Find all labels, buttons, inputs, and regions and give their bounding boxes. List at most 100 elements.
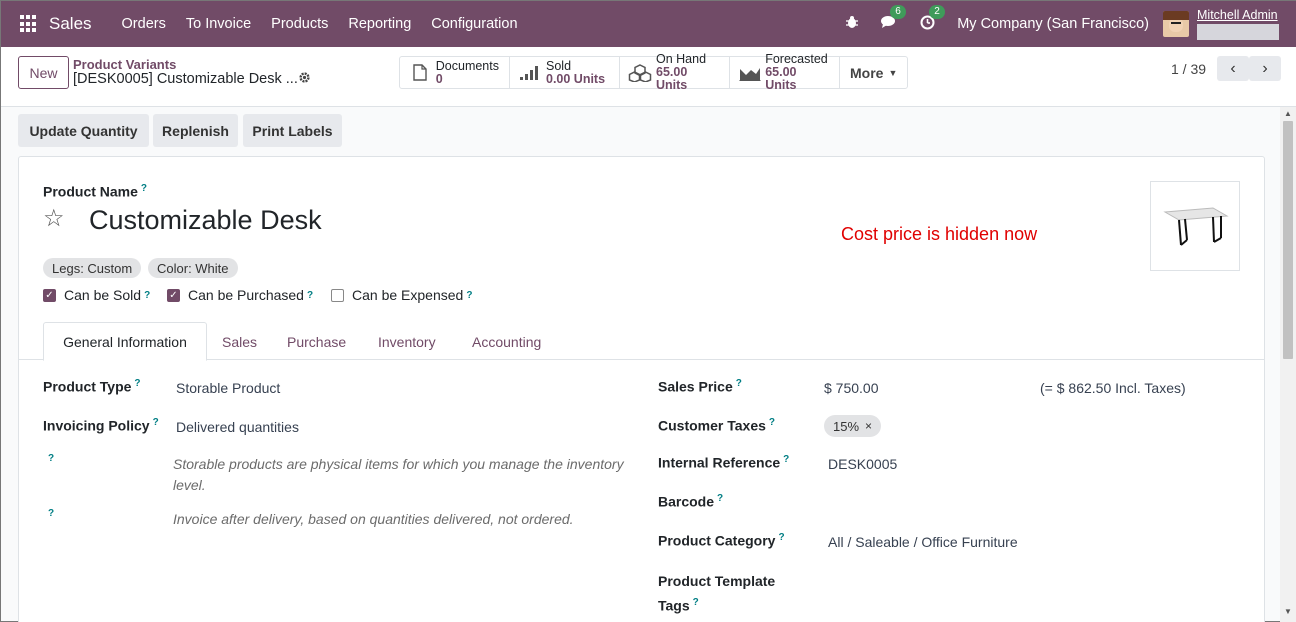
help-icon[interactable]: ?: [153, 417, 159, 428]
product-name-label: Product Name?: [43, 183, 148, 200]
can-be-expensed-checkbox[interactable]: Can be Expensed?: [331, 287, 472, 303]
form-sheet: Product Name? ☆ Customizable Desk Cost p…: [18, 156, 1265, 622]
can-be-purchased-checkbox[interactable]: ✓ Can be Purchased?: [167, 287, 313, 303]
apps-menu-icon[interactable]: [20, 15, 38, 33]
more-label: More: [850, 64, 884, 81]
user-avatar[interactable]: [1163, 11, 1189, 37]
checkbox-unchecked-icon: [331, 288, 344, 302]
attribute-tag-color: Color: White: [148, 258, 238, 278]
product-type-label: Product Type?: [43, 378, 141, 395]
menu-orders[interactable]: Orders: [112, 16, 176, 32]
scroll-up-arrow-icon[interactable]: ▲: [1284, 109, 1292, 118]
sales-price-label: Sales Price?: [658, 378, 742, 395]
activities-clock-icon[interactable]: 2: [920, 4, 945, 34]
invoicing-policy-label: Invoicing Policy?: [43, 417, 159, 434]
can-be-sold-checkbox[interactable]: ✓ Can be Sold?: [43, 287, 150, 303]
product-type-field[interactable]: Storable Product: [176, 380, 280, 396]
vertical-scrollbar[interactable]: ▲ ▼: [1280, 107, 1296, 622]
caret-down-icon: ▼: [888, 67, 898, 78]
scrollbar-thumb[interactable]: [1283, 121, 1293, 359]
document-icon: [408, 64, 432, 81]
messages-icon[interactable]: 6: [881, 5, 906, 33]
product-template-tags-field[interactable]: [828, 575, 1228, 597]
app-name[interactable]: Sales: [49, 14, 92, 34]
help-icon[interactable]: ?: [693, 597, 699, 608]
remove-tag-icon[interactable]: ×: [865, 419, 872, 433]
product-category-field[interactable]: All / Saleable / Office Furniture: [828, 534, 1018, 550]
customer-taxes-label: Customer Taxes?: [658, 417, 776, 434]
on-hand-value: 65.00 Units: [656, 65, 688, 92]
help-icon[interactable]: ?: [778, 532, 784, 543]
sold-label: Sold: [546, 58, 572, 73]
tab-purchase[interactable]: Purchase: [287, 322, 346, 361]
replenish-button[interactable]: Replenish: [153, 114, 238, 147]
menu-products[interactable]: Products: [261, 16, 338, 32]
tab-inventory[interactable]: Inventory: [378, 322, 436, 361]
new-button[interactable]: New: [18, 56, 69, 89]
on-hand-smart-button[interactable]: On Hand 65.00 Units: [620, 53, 730, 92]
invoicing-policy-help-text: Invoice after delivery, based on quantit…: [173, 511, 574, 527]
product-template-tags-label: Product Template Tags?: [658, 573, 776, 614]
chevron-right-icon: ›: [1262, 59, 1268, 77]
activities-badge: 2: [929, 4, 945, 19]
invoicing-policy-field[interactable]: Delivered quantities: [176, 419, 299, 435]
more-smart-buttons-dropdown[interactable]: More ▼: [840, 57, 907, 88]
help-icon[interactable]: ?: [769, 417, 775, 428]
help-icon[interactable]: ?: [48, 453, 54, 464]
customer-tax-tag[interactable]: 15% ×: [824, 415, 882, 437]
gear-icon[interactable]: [298, 71, 311, 87]
help-icon[interactable]: ?: [141, 183, 147, 194]
user-name[interactable]: Mitchell Admin: [1197, 8, 1279, 22]
company-switcher[interactable]: My Company (San Francisco): [957, 16, 1149, 32]
product-name-field[interactable]: Customizable Desk: [89, 205, 322, 236]
breadcrumb-current-record: [DESK0005] Customizable Desk ...: [73, 71, 298, 87]
messages-badge: 6: [890, 5, 906, 19]
chevron-left-icon: ‹: [1230, 59, 1236, 77]
help-icon[interactable]: ?: [783, 454, 789, 465]
help-icon[interactable]: ?: [134, 378, 140, 389]
help-icon[interactable]: ?: [307, 290, 313, 301]
checkbox-checked-icon: ✓: [167, 288, 180, 302]
sales-price-field[interactable]: $ 750.00: [824, 380, 879, 396]
pager-value[interactable]: 1 / 39: [1171, 61, 1206, 77]
attribute-tag-legs: Legs: Custom: [43, 258, 142, 278]
documents-smart-button[interactable]: Documents 0: [400, 57, 510, 88]
debug-bug-icon[interactable]: [845, 15, 859, 33]
documents-label: Documents: [435, 58, 499, 73]
update-quantity-button[interactable]: Update Quantity: [18, 114, 149, 147]
barcode-label: Barcode?: [658, 493, 724, 510]
favorite-star-icon[interactable]: ☆: [43, 204, 65, 233]
control-panel: New Product Variants [DESK0005] Customiz…: [1, 47, 1296, 107]
notebook-tabs: General Information Sales Purchase Inven…: [19, 322, 1264, 361]
forecasted-smart-button[interactable]: Forecasted 65.00 Units: [730, 53, 840, 92]
sold-value: 0.00 Units: [546, 71, 606, 86]
help-icon[interactable]: ?: [48, 508, 54, 519]
sold-smart-button[interactable]: Sold 0.00 Units: [510, 57, 620, 88]
print-labels-button[interactable]: Print Labels: [243, 114, 342, 147]
internal-reference-field[interactable]: DESK0005: [828, 456, 897, 472]
tab-sales[interactable]: Sales: [222, 322, 257, 361]
pager-next-button[interactable]: ›: [1249, 56, 1281, 81]
menu-reporting[interactable]: Reporting: [338, 16, 421, 32]
menu-configuration[interactable]: Configuration: [421, 16, 527, 32]
cost-price-annotation: Cost price is hidden now: [841, 224, 1038, 244]
product-image[interactable]: [1150, 181, 1240, 271]
breadcrumb-product-variants[interactable]: Product Variants: [73, 57, 176, 72]
help-icon[interactable]: ?: [736, 378, 742, 389]
menu-to-invoice[interactable]: To Invoice: [176, 16, 261, 32]
pager-previous-button[interactable]: ‹: [1217, 56, 1249, 81]
help-icon[interactable]: ?: [717, 493, 723, 504]
product-type-help-text: Storable products are physical items for…: [173, 456, 624, 493]
help-icon[interactable]: ?: [466, 290, 472, 301]
tab-accounting[interactable]: Accounting: [472, 322, 541, 361]
help-icon[interactable]: ?: [144, 290, 150, 301]
cubes-icon: [628, 63, 652, 82]
product-category-label: Product Category?: [658, 532, 785, 549]
sales-price-incl-taxes: (= $ 862.50 Incl. Taxes): [1040, 380, 1186, 396]
tab-general-information[interactable]: General Information: [43, 322, 207, 361]
scroll-down-arrow-icon[interactable]: ▼: [1284, 607, 1292, 616]
internal-reference-label: Internal Reference?: [658, 454, 790, 471]
top-navbar: Sales Orders To Invoice Products Reporti…: [1, 1, 1296, 47]
barcode-field[interactable]: [828, 491, 1228, 513]
database-name-redacted: [1197, 24, 1279, 40]
